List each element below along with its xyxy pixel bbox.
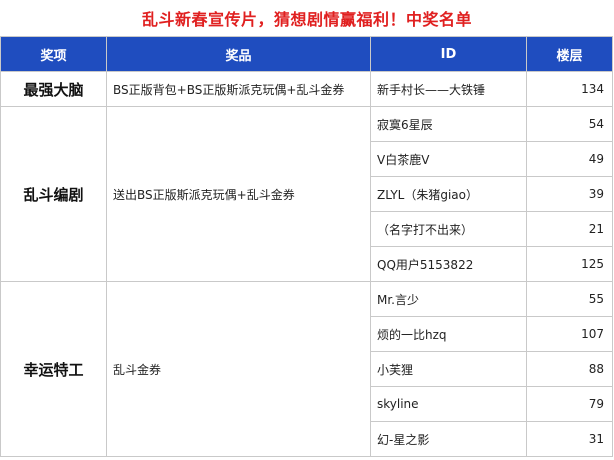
- prize-cell: BS正版背包+BS正版斯派克玩偶+乱斗金券: [106, 71, 371, 107]
- floor-cell: 55: [526, 281, 613, 317]
- winner-id-cell: skyline: [370, 386, 527, 422]
- winner-id-cell: 新手村长——大铁锤: [370, 71, 527, 107]
- winner-id-cell: Mr.言少: [370, 281, 527, 317]
- table-header-row: 奖项 奖品 ID 楼层: [0, 36, 613, 72]
- floor-cell: 79: [526, 386, 613, 422]
- floor-cell: 49: [526, 141, 613, 177]
- winner-id-cell: 烦的一比hzq: [370, 316, 527, 352]
- floor-cell: 125: [526, 246, 613, 282]
- table-row: 乱斗编剧 送出BS正版斯派克玩偶+乱斗金券 寂寞6星辰 54: [0, 106, 613, 282]
- award-cell: 最强大脑: [0, 71, 107, 107]
- page-title: 乱斗新春宣传片，猜想剧情赢福利！中奖名单: [141, 10, 472, 29]
- award-cell: 乱斗编剧: [0, 106, 107, 282]
- floor-cell: 21: [526, 211, 613, 247]
- floor-cell: 31: [526, 421, 613, 457]
- winner-id-cell: QQ用户5153822: [370, 246, 527, 282]
- floor-cell: 134: [526, 71, 613, 107]
- winner-id-cell: 幻-星之影: [370, 421, 527, 457]
- table-row: 最强大脑 BS正版背包+BS正版斯派克玩偶+乱斗金券 新手村长——大铁锤 134: [0, 71, 613, 107]
- winner-id-cell: ZLYL（朱猪giao）: [370, 176, 527, 212]
- floor-cell: 39: [526, 176, 613, 212]
- winner-id-cell: 寂寞6星辰: [370, 106, 527, 142]
- floor-cell: 88: [526, 351, 613, 387]
- prize-cell: 乱斗金券: [106, 281, 371, 457]
- column-header-id: ID: [370, 36, 527, 72]
- floor-cell: 54: [526, 106, 613, 142]
- winners-table: 奖项 奖品 ID 楼层 最强大脑 BS正版背包+BS正版斯派克玩偶+乱斗金券 新…: [0, 36, 613, 457]
- table-row: 幸运特工 乱斗金券 Mr.言少 55: [0, 281, 613, 457]
- winner-id-cell: 小芙狸: [370, 351, 527, 387]
- floor-cell: 107: [526, 316, 613, 352]
- prize-cell: 送出BS正版斯派克玩偶+乱斗金券: [106, 106, 371, 282]
- winner-id-cell: V白茶鹿V: [370, 141, 527, 177]
- column-header-award: 奖项: [0, 36, 107, 72]
- winner-id-cell: （名字打不出来）: [370, 211, 527, 247]
- column-header-floor: 楼层: [526, 36, 613, 72]
- award-cell: 幸运特工: [0, 281, 107, 457]
- column-header-prize: 奖品: [106, 36, 371, 72]
